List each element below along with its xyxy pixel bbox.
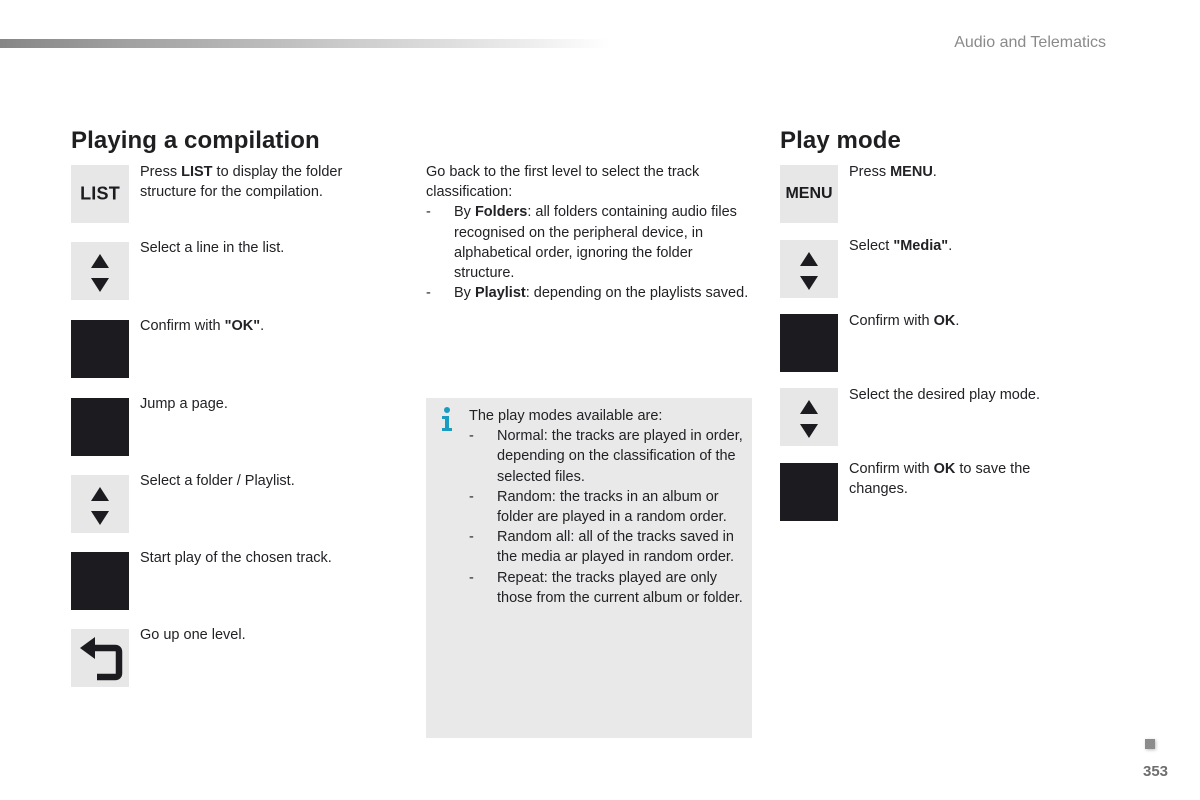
step-text: Select a folder / Playlist.: [140, 471, 380, 491]
step-text: Confirm with OK to save the changes.: [849, 459, 1089, 499]
step-text-pre: Select a folder / Playlist.: [140, 473, 295, 489]
step-text: Go up one level.: [140, 625, 380, 645]
list-item: - By Playlist: depending on the playlist…: [426, 283, 756, 303]
arrow-up-icon: [800, 252, 818, 266]
list-item-text: Normal: the tracks are played in order, …: [497, 428, 743, 485]
step-text-bold: LIST: [181, 164, 213, 180]
list-dash: -: [469, 488, 474, 505]
classification-intro: Go back to the first level to select the…: [426, 164, 700, 201]
list-item-bold: Playlist: [474, 285, 526, 302]
step-text: Press MENU.: [849, 162, 1089, 182]
ok-button-icon: [780, 463, 838, 521]
step-text: Select the desired play mode.: [849, 385, 1089, 405]
step-text-pre: Press: [140, 164, 182, 180]
list-item: - By Folders: all folders containing aud…: [426, 202, 756, 283]
up-down-arrows-icon: [780, 240, 838, 298]
page-number: 353: [1143, 763, 1169, 780]
step-text-pre: Jump a page.: [140, 396, 228, 412]
list-key-icon: LIST: [71, 165, 129, 223]
step-text-bold: "OK": [224, 318, 261, 334]
up-down-arrows-icon: [71, 475, 129, 533]
heading-playing-compilation: Playing a compilation: [71, 127, 320, 154]
step-text-pre: Confirm with: [849, 461, 934, 477]
list-item: - Random all: all of the tracks saved in…: [469, 527, 749, 567]
step-text-pre: Go up one level.: [140, 627, 246, 643]
page-jump-icon: [71, 398, 129, 456]
list-dash: -: [469, 569, 474, 586]
step-text-pre: Select: [849, 238, 894, 254]
back-arrow-glyph: [80, 637, 123, 681]
list-dash: -: [426, 204, 431, 221]
step-text: Press LIST to display the folder structu…: [140, 162, 380, 202]
list-item: - Random: the tracks in an album or fold…: [469, 487, 749, 527]
step-text-bold: OK: [933, 313, 956, 329]
back-arrow-icon: [71, 629, 129, 687]
page-marker: [1145, 739, 1155, 749]
menu-key-label: MENU: [785, 185, 833, 202]
list-item-text: Random all: all of the tracks saved in t…: [497, 529, 734, 566]
list-item-text: Random: the tracks in an album or folder…: [497, 488, 727, 526]
step-text-pre: Select the desired play mode.: [849, 387, 1041, 403]
list-dash: -: [426, 285, 431, 302]
step-text: Confirm with OK.: [849, 311, 1089, 331]
list-item-bold: Folders: [474, 204, 528, 221]
ok-button-icon: [71, 320, 129, 378]
arrow-down-icon: [91, 511, 109, 525]
arrow-down-icon: [800, 424, 818, 438]
list-dash: -: [469, 529, 474, 546]
list-dash: -: [469, 428, 474, 445]
arrow-down-icon: [91, 278, 109, 292]
list-item-lead: By: [454, 204, 475, 221]
menu-key-icon: MENU: [780, 165, 838, 223]
classification-text: Go back to the first level to select the…: [426, 162, 756, 303]
step-text-pre: Confirm with: [849, 313, 934, 329]
step-text-bold: OK: [933, 461, 956, 477]
play-button-icon: [71, 552, 129, 610]
list-item: - Repeat: the tracks played are only tho…: [469, 568, 749, 608]
arrow-up-icon: [91, 487, 109, 501]
list-key-label: LIST: [80, 183, 120, 204]
step-text-post: .: [955, 313, 960, 329]
step-text: Select a line in the list.: [140, 238, 380, 258]
list-item-text: Repeat: the tracks played are only those…: [497, 569, 743, 606]
step-text-pre: Press: [849, 164, 891, 180]
info-text: The play modes available are: - Normal: …: [469, 406, 749, 608]
heading-play-mode: Play mode: [780, 127, 901, 154]
info-intro: The play modes available are:: [469, 408, 663, 424]
step-text-bold: MENU: [890, 164, 933, 180]
step-text: Jump a page.: [140, 394, 380, 414]
step-text-post: .: [948, 238, 953, 254]
list-item: - Normal: the tracks are played in order…: [469, 426, 749, 487]
arrow-up-icon: [800, 400, 818, 414]
ok-button-icon: [780, 314, 838, 372]
up-down-arrows-icon: [71, 242, 129, 300]
step-text-pre: Select a line in the list.: [140, 240, 285, 256]
step-text: Select "Media".: [849, 236, 1089, 256]
up-down-arrows-icon: [780, 388, 838, 446]
step-text-pre: Confirm with: [140, 318, 225, 334]
step-text-post: .: [260, 318, 265, 334]
arrow-up-icon: [91, 254, 109, 268]
list-item-lead: By: [454, 285, 475, 302]
info-box: The play modes available are: - Normal: …: [426, 398, 752, 738]
step-text-post: .: [932, 164, 937, 180]
section-label: Audio and Telematics: [954, 34, 1106, 51]
list-item-rest: : depending on the playlists saved.: [525, 285, 749, 302]
step-text-pre: Start play of the chosen track.: [140, 550, 332, 566]
arrow-down-icon: [800, 276, 818, 290]
step-text: Confirm with "OK".: [140, 316, 380, 336]
step-text-bold: "Media": [893, 238, 949, 254]
header-gradient-bar: [0, 39, 610, 48]
info-icon: [442, 407, 452, 431]
step-text: Start play of the chosen track.: [140, 548, 380, 568]
